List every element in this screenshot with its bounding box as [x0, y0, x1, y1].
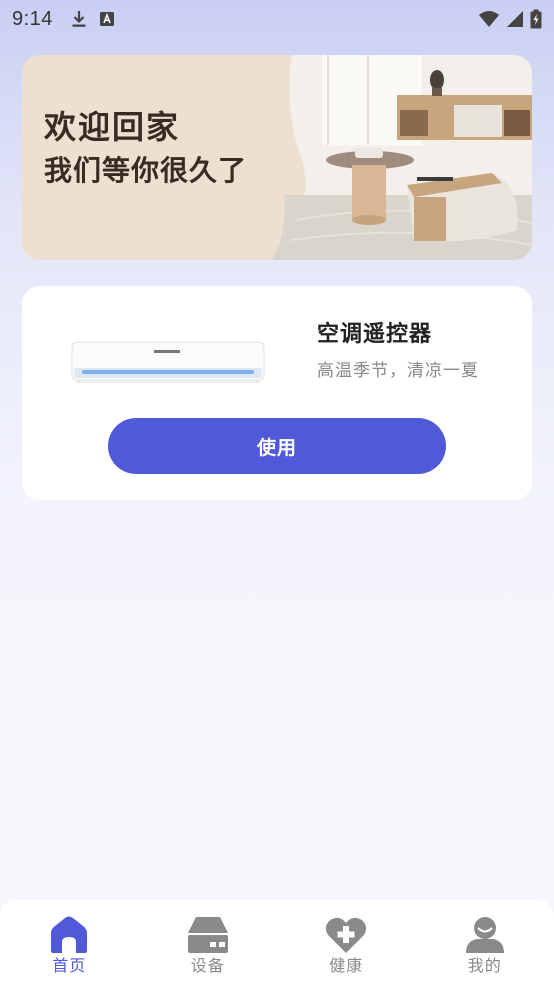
signal-icon: [507, 11, 523, 27]
nav-label-device: 设备: [190, 956, 225, 975]
profile-icon: [465, 917, 504, 953]
status-time: 9:14: [12, 7, 53, 30]
use-button[interactable]: 使用: [108, 418, 446, 474]
nav-item-health[interactable]: 健康: [296, 915, 396, 976]
font-a-icon: [99, 12, 114, 26]
battery-icon: [530, 9, 542, 29]
card-title: 空调遥控器: [317, 322, 433, 347]
banner-text: 欢迎回家 我们等你很久了: [44, 105, 247, 191]
nav-item-profile[interactable]: 我的: [435, 915, 535, 976]
health-icon: [326, 917, 367, 953]
status-system-icons: [478, 9, 542, 29]
welcome-banner[interactable]: 欢迎回家 我们等你很久了: [22, 55, 532, 260]
nav-label-health: 健康: [329, 956, 364, 975]
air-conditioner-image: [71, 341, 265, 383]
wifi-icon: [479, 11, 499, 27]
home-icon: [51, 916, 88, 953]
ac-remote-card[interactable]: 空调遥控器 高温季节，清凉一夏 使用: [22, 286, 532, 500]
status-bar: 9:14: [0, 0, 554, 38]
banner-title: 欢迎回家: [44, 108, 181, 146]
nav-item-home[interactable]: 首页: [19, 915, 119, 976]
status-notification-icons: [71, 10, 115, 28]
nav-item-device[interactable]: 设备: [158, 915, 258, 976]
nav-label-home: 首页: [52, 956, 87, 975]
nav-label-profile: 我的: [467, 956, 502, 975]
download-icon: [72, 11, 86, 27]
bottom-nav: 首页 设备 健康 我的: [0, 900, 554, 984]
card-subtitle: 高温季节，清凉一夏: [317, 361, 479, 381]
banner-subtitle: 我们等你很久了: [44, 154, 248, 187]
device-icon: [187, 917, 228, 953]
